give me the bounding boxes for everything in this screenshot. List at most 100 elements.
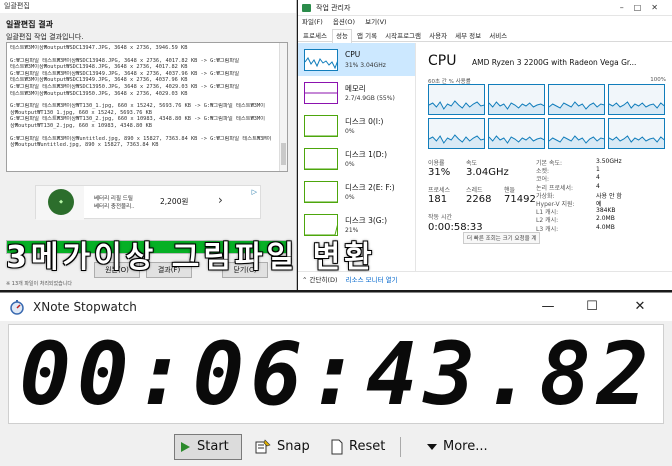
start-label: Start [197, 439, 229, 454]
spec-value: 4.0MB [596, 223, 615, 231]
resource-value: 0% [345, 161, 355, 168]
tab-startup[interactable]: 시작프로그램 [382, 30, 424, 43]
resource-thumbnail [304, 181, 338, 203]
resource-monitor-link[interactable]: 리소스 모니터 열기 [346, 276, 398, 284]
task-manager-title: 작업 관리자 [316, 4, 351, 12]
spec-value: 2.0MB [596, 215, 615, 223]
document-icon [331, 439, 343, 455]
core-graph [548, 118, 605, 149]
play-icon [181, 442, 190, 452]
processes-value: 181 [428, 194, 448, 205]
stopwatch-app-icon [10, 300, 24, 315]
core-graph [608, 84, 665, 115]
log-line: 테스트₩3M이상₩output₩SDC13947.JPG, 3648 x 273… [10, 45, 188, 51]
cpu-model: AMD Ryzen 3 2200G with Radeon Vega Gr... [472, 58, 637, 67]
log-line: 테스트₩3M이상₩output₩SDC13948.JPG, 3648 x 273… [10, 64, 188, 71]
core-graph [488, 84, 545, 115]
tab-services[interactable]: 서비스 [486, 30, 510, 43]
log-line: G:₩그림파일 테스트₩3M이상₩SDC13950.JPG, 3648 x 27… [10, 83, 240, 90]
reset-label: Reset [349, 439, 386, 454]
menu-options[interactable]: 옵션(O) [333, 18, 355, 26]
snap-button[interactable]: Snap [250, 434, 314, 460]
menu-file[interactable]: 파일(F) [302, 18, 323, 26]
uptime-label: 작동 시간 [428, 214, 452, 221]
tab-processes[interactable]: 프로세스 [300, 30, 330, 43]
reset-button[interactable]: Reset [326, 434, 390, 460]
dropdown-arrow-icon [427, 444, 437, 450]
menu-view[interactable]: 보기(V) [365, 18, 386, 26]
ad-text-line2: 베터리 충전물리.. [94, 204, 135, 210]
spec-value: 384KB [596, 207, 616, 215]
log-line: 테스트₩3M이상₩output₩SDC13949.JPG, 3648 x 273… [10, 77, 188, 84]
resource-thumbnail [304, 115, 338, 137]
spec-value: 4 [596, 182, 600, 190]
core-graph [428, 84, 485, 115]
log-line: G:₩그림파일 테스트₩3M이상₩SDC13949.JPG, 3648 x 27… [10, 70, 240, 77]
usage-value: 31% [428, 167, 451, 178]
stopwatch-toolbar: Start Snap Reset More... [0, 429, 672, 466]
batch-edit-title: 일괄편집 [0, 0, 296, 13]
resource-value: 0% [345, 194, 355, 201]
tab-performance[interactable]: 성능 [332, 29, 352, 44]
usage-label: 이용률 [428, 160, 445, 167]
log-scrollbar[interactable] [279, 43, 287, 171]
log-line: 상₩output₩T130_1.jpg, 660 x 15242, 5693.7… [10, 109, 152, 116]
resource-item-disk[interactable]: 디스크 1(D:) 0% [298, 142, 415, 175]
speed-label: 속도 [466, 160, 478, 167]
elapsed-time: 00:06:43.82 [19, 325, 655, 424]
log-line: G:₩그림파일 테스트₩3M이상₩T130_1.jpg, 660 x 15242… [10, 103, 266, 110]
resource-item-mem[interactable]: 메모리 2.7/4.9GB (55%) [298, 76, 415, 109]
screen: 일괄편집 일괄편집 결과 일괄편집 작업 결과입니다. 테스트₩3M이상₩out… [0, 0, 672, 466]
resource-item-disk[interactable]: 디스크 0(I:) 0% [298, 109, 415, 142]
resource-name: 디스크 3(G:) [345, 216, 388, 225]
result-log[interactable]: 테스트₩3M이상₩output₩SDC13947.JPG, 3648 x 273… [6, 42, 288, 172]
snap-label: Snap [277, 439, 310, 454]
log-line: 상₩output₩T130_2.jpg, 660 x 10983, 4348.8… [10, 122, 152, 129]
resource-value: 31% 3.04GHz [345, 62, 386, 69]
core-graph [608, 118, 665, 149]
graph-max: 100% [650, 77, 666, 83]
tab-details[interactable]: 세부 정보 [452, 30, 484, 43]
chevron-right-icon[interactable]: › [218, 193, 223, 207]
close-icon[interactable]: ✕ [651, 3, 668, 12]
log-scroll-thumb[interactable] [281, 143, 286, 165]
maximize-icon[interactable]: ☐ [580, 297, 604, 317]
start-button[interactable]: Start [174, 434, 242, 460]
toolbar-divider [400, 437, 401, 457]
minimize-icon[interactable]: — [536, 297, 560, 317]
core-graph [548, 84, 605, 115]
overlay-caption: 3메가이상 그림파일 변환 [6, 240, 376, 275]
maximize-icon[interactable]: □ [634, 3, 652, 12]
close-icon[interactable]: ✕ [628, 297, 652, 317]
resource-thumbnail [304, 148, 338, 170]
stopwatch-titlebar: XNote Stopwatch — ☐ ✕ [0, 293, 672, 321]
resource-name: 메모리 [345, 84, 366, 93]
adchoices-icon[interactable]: ▷ [252, 188, 257, 196]
more-button[interactable]: More... [422, 434, 502, 460]
task-manager-titlebar: 작업 관리자 –□✕ [298, 0, 672, 16]
ad-banner[interactable]: ◆ 베터리 리필 드릴 베터리 충전물리.. 2,200원 › ▷ [35, 185, 261, 220]
speed-value: 3.04GHz [466, 167, 509, 178]
resource-item-cpu[interactable]: CPU 31% 3.04GHz [298, 43, 415, 76]
task-manager-icon [302, 4, 311, 12]
ad-text-line1: 베터리 리필 드릴 [94, 196, 133, 202]
log-line: G:₩그림파일 테스트₩3M이상₩SDC13948.JPG, 3648 x 27… [10, 57, 240, 64]
resource-value: 2.7/4.9GB (55%) [345, 95, 395, 102]
batch-edit-footer: ※ 13개 파일이 처리되었습니다 [6, 281, 72, 287]
stopwatch-window: XNote Stopwatch — ☐ ✕ 00:06:43.82 Start … [0, 292, 672, 466]
handles-value: 71492 [504, 194, 536, 205]
core-graph-area [489, 102, 544, 114]
fewer-details-button[interactable]: ⌃ 간단히(D) [302, 276, 338, 284]
core-graph-area [489, 136, 544, 148]
cpu-title: CPU [428, 53, 457, 69]
resource-thumbnail [304, 49, 338, 71]
processes-label: 프로세스 [428, 187, 451, 194]
tab-app-history[interactable]: 앱 기록 [354, 30, 380, 43]
tab-users[interactable]: 사용자 [426, 30, 450, 43]
core-usage-graphs [428, 84, 666, 152]
minimize-icon[interactable]: – [620, 3, 634, 12]
resource-item-disk[interactable]: 디스크 2(E: F:) 0% [298, 175, 415, 208]
stopwatch-title: XNote Stopwatch [33, 300, 137, 314]
log-line: 상₩output₩untitled.jpg, 890 x 15827, 7363… [10, 142, 159, 149]
window-controls[interactable]: –□✕ [620, 0, 668, 16]
